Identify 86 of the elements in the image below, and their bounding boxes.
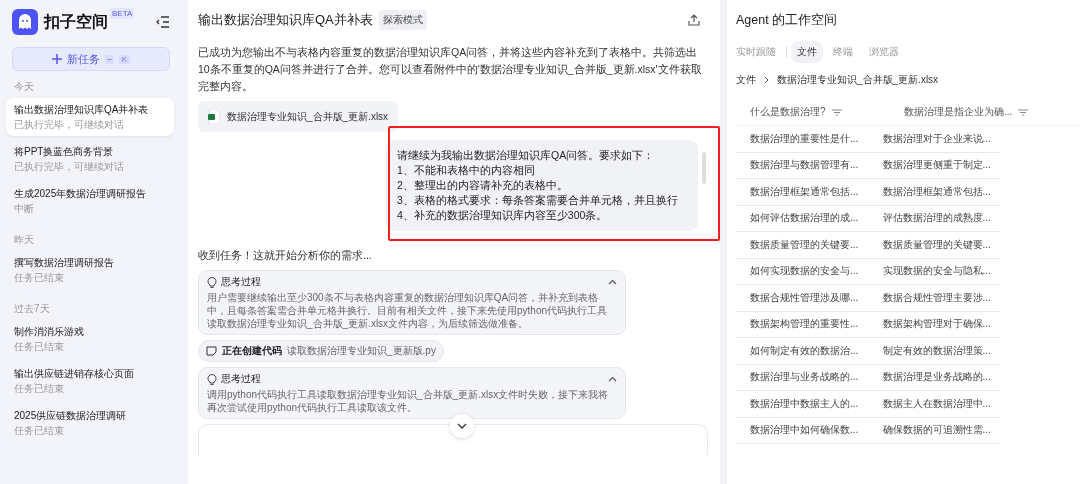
task-title: 生成2025年数据治理调研报告: [14, 187, 148, 200]
action-chip: 正在创建代码 读取数据治理专业知识_更新版.py: [198, 340, 444, 362]
task-status: 已执行完毕，可继续对话: [14, 119, 125, 131]
chat-title: 输出数据治理知识库QA并补表: [198, 11, 373, 29]
table-cell-text: 数据治理中数据主人的...: [749, 396, 860, 411]
chevron-right-icon: [764, 76, 769, 84]
task-title: 撰写数据治理调研报告: [14, 256, 115, 269]
thought-text: 用户需要继续输出至少300条不与表格内容重复的数据治理知识库QA问答，并补充到表格中，且每条答案需合并单元格并换行。目前有相关文件，接下来先使用python代码执行工具读取数据治理专业知识_合并版_更新.xlsx文件内容，为后续筛选做准备。: [207, 291, 609, 330]
thought-title: 思考过程: [221, 275, 261, 289]
lightbulb-icon: [207, 373, 217, 385]
task-title: 制作消消乐游戏: [14, 325, 85, 338]
assistant-message: 已成功为您输出不与表格内容重复的数据治理知识库QA问答，并将这些内容补充到了表格中。共筛选出10条不重复的QA问答并进行了合并。您可以查看附件中的'数据治理专业知识_合并版_更新.xlsx'文件获取完整内容。: [198, 45, 703, 94]
table-cell-text: 数据治理的重要性是什...: [749, 131, 860, 146]
new-task-button[interactable]: 新任务 K: [12, 47, 170, 71]
task-item[interactable]: 2025供应链数据治理调研 任务已结束: [6, 404, 174, 442]
table-cell-text: 数据治理框架通常包括...: [881, 184, 992, 199]
table-cell-text: 评估数据治理的成熟度...: [881, 211, 992, 226]
task-status: 任务已结束: [14, 425, 65, 437]
thought-text: 调用python代码执行工具读取数据治理专业知识_合并版_更新.xlsx文件时失败，接下来我将再次尝试使用python代码执行工具读取该文件。: [207, 388, 610, 414]
table-cell-text: 数据治理与数据管理有...: [749, 158, 860, 173]
table-cell-text: 数据治理中如何确保数...: [749, 423, 860, 438]
chevron-down-icon: [457, 423, 467, 429]
table-cell-text: 如何实现数据的安全与...: [749, 264, 860, 279]
chevron-up-icon[interactable]: [608, 376, 617, 382]
thought-title: 思考过程: [221, 372, 261, 386]
filter-icon[interactable]: [1018, 108, 1029, 116]
group-label: 过去7天: [13, 302, 51, 316]
lightbulb-icon: [207, 276, 217, 288]
beta-badge: BETA: [110, 8, 135, 19]
table-cell-text: 数据质量管理的关键要...: [881, 237, 992, 252]
task-title: 2025供应链数据治理调研: [14, 409, 128, 422]
spreadsheet-file-icon: [208, 109, 220, 124]
table-cell-text: 数据治理更侧重于制定...: [881, 158, 992, 173]
breadcrumb-item[interactable]: 文件: [736, 73, 756, 87]
scroll-down-button[interactable]: [450, 414, 474, 438]
table-cell-text: 数据主人在数据治理中...: [881, 396, 992, 411]
table-cell-text: 数据治理是业务战略的...: [881, 370, 992, 385]
task-title: 输出供应链进销存核心页面: [14, 367, 135, 380]
column-header: 什么是数据治理?: [750, 105, 826, 119]
table-cell-text: 实现数据的安全与隐私...: [881, 264, 992, 279]
task-item[interactable]: 撰写数据治理调研报告 任务已结束: [6, 251, 174, 289]
task-item[interactable]: 输出供应链进销存核心页面 任务已结束: [6, 362, 174, 400]
tab[interactable]: 文件: [791, 41, 823, 63]
group-label: 今天: [13, 80, 35, 94]
plus-icon: [51, 54, 62, 64]
table-cell-text: 如何制定有效的数据治...: [749, 343, 860, 358]
task-item[interactable]: 制作消消乐游戏 任务已结束: [6, 320, 174, 358]
table-cell-text: 数据架构管理对于确保...: [881, 317, 992, 332]
table-cell-text: 数据治理对于企业来说...: [881, 131, 992, 146]
table-cell-text: 数据合规性管理主要涉...: [881, 290, 992, 305]
file-attachment[interactable]: 数据治理专业知识_合并版_更新.xlsx: [198, 101, 399, 132]
command-key-icon: [104, 54, 114, 64]
share-icon[interactable]: [688, 14, 700, 26]
assistant-message: 收到任务！这就开始分析你的需求...: [198, 248, 373, 263]
task-title: 将PPT换蓝色商务背景: [14, 145, 115, 158]
table-cell-text: 数据治理框架通常包括...: [749, 184, 860, 199]
shortcut-key: K: [118, 54, 131, 64]
file-icon: [206, 346, 217, 356]
breadcrumb-item: 数据治理专业知识_合并版_更新.xlsx: [777, 73, 939, 87]
workspace-title: Agent 的工作空间: [736, 12, 839, 29]
task-status: 中断: [14, 203, 35, 215]
table-cell-text: 数据治理与业务战略的...: [749, 370, 860, 385]
app-name: 扣子空间: [44, 11, 108, 32]
table-cell-text: 确保数据的可追溯性需...: [881, 423, 992, 438]
scrollbar[interactable]: [702, 152, 706, 184]
column-header: 数据治理是指企业为确...: [904, 105, 1013, 119]
table-cell-text: 数据架构管理的重要性...: [749, 317, 860, 332]
user-message: 请继续为我输出数据治理知识库QA问答。要求如下： 1、不能和表格中的内容相同 2、整理出的内容请补充的表格中。 3、表格的格式要求：每条答案需要合并单元格，并且换行 4、补充的数据治理知识库内容至少300条。: [386, 140, 698, 231]
task-item[interactable]: 输出数据治理知识库QA并补表 已执行完毕，可继续对话: [6, 98, 174, 136]
task-status: 任务已结束: [14, 383, 65, 395]
group-label: 昨天: [13, 233, 35, 247]
chevron-up-icon[interactable]: [608, 279, 617, 285]
ghost-logo-icon: [12, 9, 38, 35]
mode-badge: 探索模式: [378, 10, 427, 30]
task-item[interactable]: 生成2025年数据治理调研报告 中断: [6, 182, 174, 220]
table-cell-text: 如何评估数据治理的成...: [749, 211, 860, 226]
task-item[interactable]: 将PPT换蓝色商务背景 已执行完毕，可继续对话: [6, 140, 174, 178]
task-status: 已执行完毕，可继续对话: [14, 161, 125, 173]
table-cell-text: 制定有效的数据治理策...: [881, 343, 992, 358]
collapse-sidebar-icon[interactable]: [156, 16, 170, 28]
task-status: 任务已结束: [14, 341, 65, 353]
table-cell-text: 数据合规性管理涉及哪...: [749, 290, 860, 305]
task-status: 任务已结束: [14, 272, 65, 284]
filter-icon[interactable]: [831, 108, 842, 116]
task-title: 输出数据治理知识库QA并补表: [14, 103, 150, 116]
table-cell-text: 数据质量管理的关键要...: [749, 237, 860, 252]
